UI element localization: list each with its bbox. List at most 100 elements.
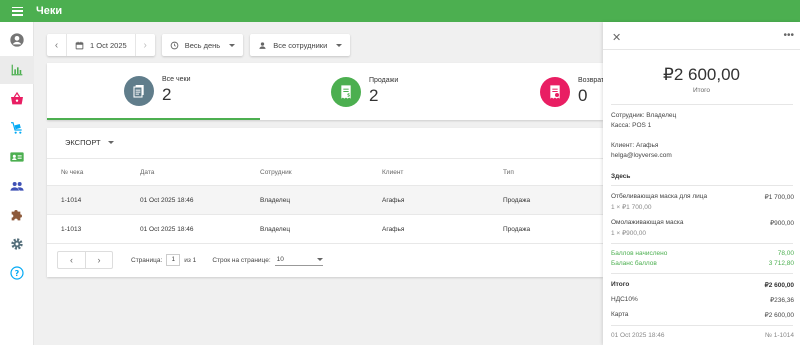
line-item-detail: 1 × ₽900,00 xyxy=(611,230,647,237)
receipt-detail-panel: ✕ ••• ₽2 600,00 Итого Сотрудник: Владеле… xyxy=(603,22,800,345)
help-icon: ? xyxy=(10,266,24,280)
svg-text:?: ? xyxy=(15,269,20,278)
gear-icon xyxy=(11,238,23,250)
divider xyxy=(611,325,793,326)
employee-info: Сотрудник: Владелец xyxy=(611,112,677,119)
summary-card: Все чеки 2 $ Продажи 2 Возвраты 0 xyxy=(47,63,609,120)
divider xyxy=(611,104,793,105)
points-earned-label: Баллов начислено xyxy=(611,250,668,257)
employees-dropdown[interactable]: Все сотрудники xyxy=(250,34,351,56)
receipt-number-cell: 1-1014 xyxy=(61,196,82,204)
client-email: helga@loyverse.com xyxy=(611,152,672,159)
page-label: Страница: xyxy=(131,256,163,264)
table-row[interactable]: 1-1013 01 Oct 2025 18:46 Владелец Агафья… xyxy=(47,215,603,244)
prev-page-button[interactable]: ‹ xyxy=(58,252,85,268)
date-cell: 01 Oct 2025 18:46 xyxy=(140,196,194,204)
receipt-footer-date: 01 Oct 2025 18:46 xyxy=(611,332,665,339)
refund-receipt-icon xyxy=(540,76,570,107)
sidebar-item-items[interactable] xyxy=(0,85,34,113)
stat-sales[interactable]: $ Продажи 2 xyxy=(254,63,467,120)
divider xyxy=(611,243,793,244)
export-label: ЭКСПОРТ xyxy=(65,138,101,147)
person-icon xyxy=(259,41,266,49)
menu-button[interactable] xyxy=(6,0,28,22)
column-header[interactable]: Сотрудник xyxy=(260,159,292,185)
rows-per-page-select[interactable]: 10 xyxy=(274,254,323,266)
hamburger-icon xyxy=(11,6,23,16)
chevron-down-icon xyxy=(336,43,343,47)
stat-label: Все чеки xyxy=(162,76,191,83)
register-info: Касса: POS 1 xyxy=(611,122,652,129)
page-nav: ‹ › xyxy=(57,251,113,269)
sidebar-item-customers[interactable] xyxy=(0,172,34,200)
tax-value: ₽236,36 xyxy=(769,297,794,304)
date-value: 1 Oct 2025 xyxy=(90,40,127,50)
sidebar-item-account[interactable] xyxy=(0,26,34,54)
stat-value: 2 xyxy=(369,86,379,105)
sales-receipt-icon: $ xyxy=(331,76,361,107)
sum-value: ₽2 600,00 xyxy=(764,282,794,289)
date-field[interactable]: 1 Oct 2025 xyxy=(66,34,136,56)
time-period-dropdown[interactable]: Весь день xyxy=(161,34,244,56)
stat-label: Продажи xyxy=(369,77,399,84)
column-header[interactable]: № чека xyxy=(61,159,83,185)
sidebar-item-inventory[interactable] xyxy=(0,114,34,142)
points-balance-label: Баланс баллов xyxy=(611,260,657,267)
prev-date-button[interactable]: ‹ xyxy=(47,34,66,56)
filters-toolbar: ‹ 1 Oct 2025 › Весь день Все сотрудники xyxy=(47,34,351,56)
customer-cell: Агафья xyxy=(382,196,405,204)
next-page-button[interactable]: › xyxy=(85,252,112,268)
payment-value: ₽2 600,00 xyxy=(764,312,794,319)
chevron-down-icon xyxy=(316,258,323,261)
customer-cell: Агафья xyxy=(382,225,405,233)
app-bar: Чеки xyxy=(0,0,800,22)
line-item-detail: 1 × ₽1 700,00 xyxy=(611,204,652,211)
employees-value: Все сотрудники xyxy=(273,40,328,50)
rows-per-page-value: 10 xyxy=(276,256,284,263)
receipt-total: ₽2 600,00 xyxy=(663,65,740,84)
sidebar-item-reports[interactable] xyxy=(0,56,34,84)
line-item-price: ₽900,00 xyxy=(769,220,794,227)
clock-icon xyxy=(170,41,179,49)
id-card-icon xyxy=(10,152,24,162)
divider xyxy=(611,185,793,186)
column-header[interactable]: Клиент xyxy=(382,159,403,185)
employee-cell: Владелец xyxy=(260,196,291,204)
dining-option: Здесь xyxy=(611,173,631,180)
page-title: Чеки xyxy=(36,5,63,17)
column-header[interactable]: Тип xyxy=(503,159,514,185)
table-header: № чека Дата Сотрудник Клиент Тип xyxy=(47,158,603,186)
next-date-button[interactable]: › xyxy=(136,34,155,56)
sidebar-item-employees[interactable] xyxy=(0,143,34,171)
type-cell: Продажа xyxy=(503,196,531,204)
tax-label: НДС10% xyxy=(611,296,638,303)
people-icon xyxy=(10,182,24,191)
line-item-price: ₽1 700,00 xyxy=(764,194,794,201)
chevron-down-icon xyxy=(229,43,236,47)
more-options-icon[interactable]: ••• xyxy=(783,30,794,41)
payment-label: Карта xyxy=(611,311,629,318)
type-cell: Продажа xyxy=(503,225,531,233)
employee-cell: Владелец xyxy=(260,225,291,233)
receipt-number-cell: 1-1013 xyxy=(61,225,82,233)
calendar-icon xyxy=(75,41,84,49)
receipt-total-label: Итого xyxy=(692,87,711,94)
svg-text:$: $ xyxy=(347,92,350,98)
pagination: ‹ › Страница: 1 из 1 Строк на странице: … xyxy=(57,250,323,270)
export-button[interactable]: ЭКСПОРТ xyxy=(65,138,114,147)
sum-label: Итого xyxy=(611,281,630,288)
sidebar-item-integrations[interactable] xyxy=(0,201,34,229)
rows-per-page-label: Строк на странице: xyxy=(212,256,271,264)
account-icon xyxy=(10,33,24,47)
column-header[interactable]: Дата xyxy=(140,159,154,185)
sidebar-item-settings[interactable] xyxy=(0,230,34,258)
page-input[interactable]: 1 xyxy=(166,254,181,266)
receipt-footer-number: № 1-1014 xyxy=(764,332,794,339)
time-period-value: Весь день xyxy=(184,40,221,50)
line-item-name: Омолаживающая маска xyxy=(611,219,684,226)
table-row[interactable]: 1-1014 01 Oct 2025 18:46 Владелец Агафья… xyxy=(47,186,603,215)
sidebar-item-help[interactable]: ? xyxy=(0,259,34,287)
stat-all-receipts[interactable]: Все чеки 2 xyxy=(47,63,260,120)
cart-tag-icon xyxy=(11,122,22,134)
close-icon[interactable]: ✕ xyxy=(612,31,621,44)
